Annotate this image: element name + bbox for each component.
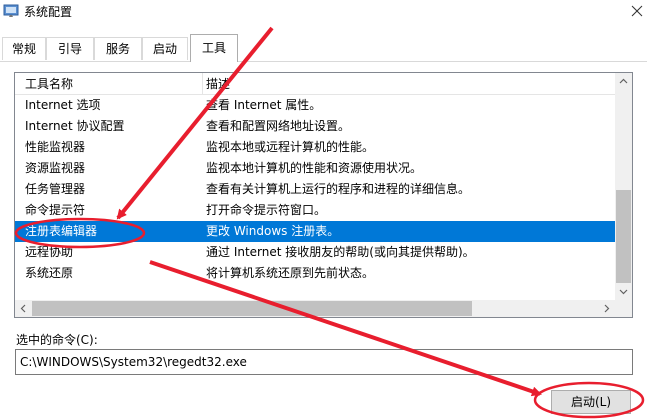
list-row[interactable]: Internet 选项 查看 Internet 属性。 — [15, 95, 615, 116]
tool-description: 打开命令提示符窗口。 — [206, 203, 327, 217]
tool-description: 查看和配置网络地址设置。 — [206, 119, 351, 133]
tools-list[interactable]: 工具名称 描述 Internet 选项 查看 Internet 属性。 Inte… — [14, 72, 633, 318]
horizontal-scroll-thumb[interactable] — [32, 301, 472, 316]
tool-description: 将计算机系统还原到先前状态。 — [206, 266, 375, 280]
list-row[interactable]: 性能监视器 监视本地或远程计算机的性能。 — [15, 137, 615, 158]
tab-bar: 常规 引导 服务 启动 工具 — [0, 34, 647, 62]
scroll-right-icon[interactable] — [598, 300, 615, 317]
vertical-scrollbar[interactable] — [615, 73, 632, 300]
tool-name: 命令提示符 — [25, 203, 86, 217]
launch-button[interactable]: 启动(L) — [551, 390, 631, 414]
tool-description: 监视本地计算机的性能和资源使用状况。 — [206, 161, 423, 175]
list-row[interactable]: 远程协助 通过 Internet 接收朋友的帮助(或向其提供帮助)。 — [15, 242, 615, 263]
tab-boot[interactable]: 引导 — [46, 37, 94, 60]
tab-general[interactable]: 常规 — [2, 37, 46, 60]
tool-name: 注册表编辑器 — [25, 224, 98, 238]
horizontal-scrollbar[interactable] — [15, 300, 615, 317]
tool-name: Internet 协议配置 — [25, 119, 125, 133]
close-icon — [631, 5, 643, 17]
vertical-scroll-thumb[interactable] — [616, 190, 631, 283]
tool-description: 监视本地或远程计算机的性能。 — [206, 140, 375, 154]
tab-services[interactable]: 服务 — [94, 37, 142, 60]
scroll-up-icon[interactable] — [615, 73, 632, 90]
tab-startup[interactable]: 启动 — [142, 37, 188, 60]
selected-command-label: 选中的命令(C): — [16, 333, 98, 347]
scroll-down-icon[interactable] — [615, 283, 632, 300]
window-title: 系统配置 — [24, 5, 73, 19]
tool-description: 更改 Windows 注册表。 — [206, 224, 340, 238]
list-row[interactable]: 系统还原 将计算机系统还原到先前状态。 — [15, 263, 615, 284]
list-header: 工具名称 描述 — [15, 73, 615, 95]
tool-name: 系统还原 — [25, 266, 74, 280]
scroll-left-icon[interactable] — [15, 300, 32, 317]
tool-name: 资源监视器 — [25, 161, 86, 175]
system-config-icon — [3, 2, 19, 18]
list-row-selected[interactable]: 注册表编辑器 更改 Windows 注册表。 — [15, 221, 615, 242]
list-rows: Internet 选项 查看 Internet 属性。 Internet 协议配… — [15, 95, 615, 284]
tab-tools[interactable]: 工具 — [190, 34, 238, 62]
column-header-name[interactable]: 工具名称 — [15, 73, 202, 95]
tool-name: 任务管理器 — [25, 182, 86, 196]
scrollbar-corner — [615, 300, 632, 317]
list-row[interactable]: 资源监视器 监视本地计算机的性能和资源使用状况。 — [15, 158, 615, 179]
title-bar: 系统配置 — [0, 0, 647, 32]
tool-description: 查看有关计算机上运行的程序和进程的详细信息。 — [206, 182, 471, 196]
tool-name: Internet 选项 — [25, 98, 101, 112]
tool-description: 查看 Internet 属性。 — [206, 98, 322, 112]
close-button[interactable] — [626, 0, 647, 26]
tool-name: 性能监视器 — [25, 140, 86, 154]
column-header-description[interactable]: 描述 — [196, 73, 611, 95]
selected-command-field[interactable]: C:\WINDOWS\System32\regedt32.exe — [15, 349, 633, 375]
list-row[interactable]: 命令提示符 打开命令提示符窗口。 — [15, 200, 615, 221]
tool-name: 远程协助 — [25, 245, 74, 259]
list-row[interactable]: Internet 协议配置 查看和配置网络地址设置。 — [15, 116, 615, 137]
tool-description: 通过 Internet 接收朋友的帮助(或向其提供帮助)。 — [206, 245, 475, 259]
list-row[interactable]: 任务管理器 查看有关计算机上运行的程序和进程的详细信息。 — [15, 179, 615, 200]
